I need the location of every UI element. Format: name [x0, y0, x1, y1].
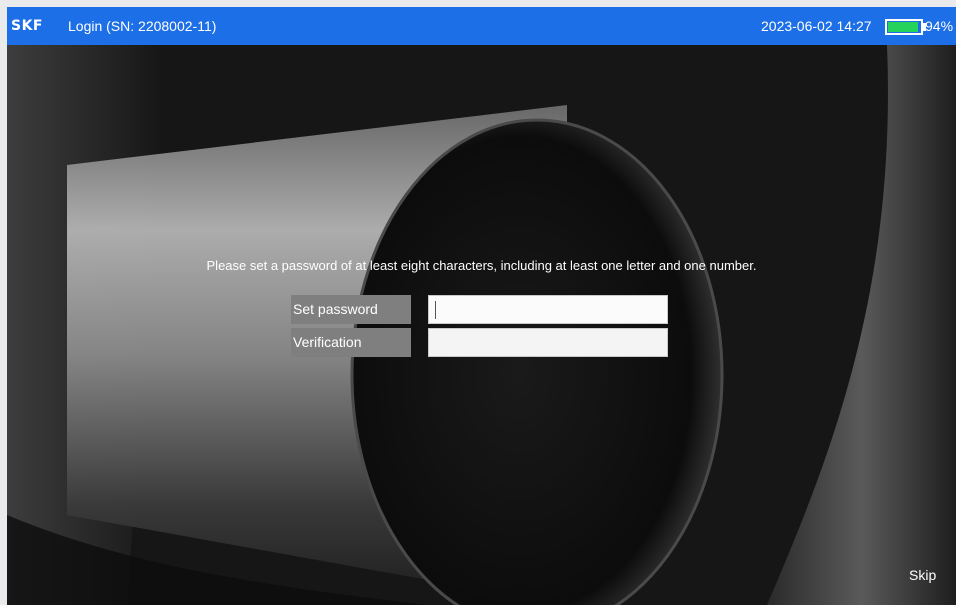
set-password-input[interactable] [428, 295, 668, 324]
password-instructions: Please set a password of at least eight … [206, 258, 757, 273]
date-time: 2023-06-02 14:27 [761, 18, 872, 34]
shaft-photo [7, 45, 956, 605]
login-screen: SKF Login (SN: 2208002-11) 2023-06-02 14… [7, 7, 956, 605]
set-password-label: Set password [291, 295, 411, 324]
text-caret [435, 301, 436, 319]
battery-level-fill [888, 22, 919, 32]
status-bar: SKF Login (SN: 2208002-11) 2023-06-02 14… [7, 7, 956, 45]
background-image [7, 45, 956, 605]
battery-icon [885, 19, 923, 35]
skf-logo: SKF [11, 18, 43, 34]
skip-button[interactable]: Skip [909, 567, 936, 583]
verification-input[interactable] [428, 328, 668, 357]
page-title: Login (SN: 2208002-11) [68, 18, 217, 34]
battery-percent: 94% [925, 18, 954, 34]
verification-label: Verification [291, 328, 411, 357]
